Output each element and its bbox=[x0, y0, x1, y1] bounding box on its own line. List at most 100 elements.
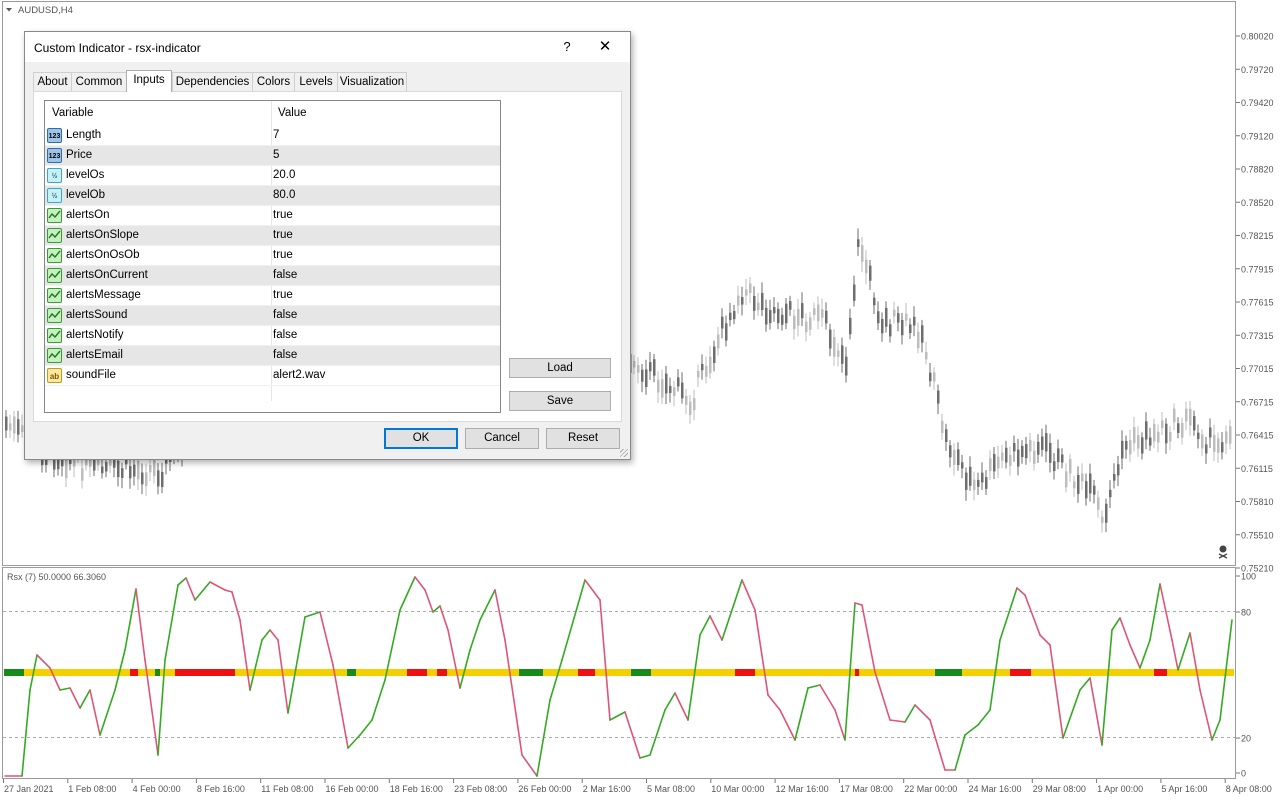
time-tick-label: 5 Mar 08:00 bbox=[647, 784, 695, 794]
candle-body bbox=[829, 329, 832, 349]
variable-name: alertsOnSlope bbox=[66, 229, 139, 241]
variable-name: Length bbox=[66, 129, 102, 141]
trend-band-segment bbox=[356, 669, 407, 676]
input-row[interactable]: alertsOnOsOb true bbox=[45, 246, 500, 266]
candle-body bbox=[17, 419, 20, 435]
trend-band-segment bbox=[859, 669, 935, 676]
help-icon[interactable]: ? bbox=[557, 39, 577, 57]
candle-body bbox=[945, 429, 948, 443]
candle-body bbox=[1001, 452, 1004, 461]
tab-inputs[interactable]: Inputs bbox=[126, 70, 172, 92]
reset-button[interactable]: Reset bbox=[546, 428, 620, 449]
tab-levels[interactable]: Levels bbox=[294, 72, 338, 91]
candle-body bbox=[1121, 440, 1124, 459]
variable-value[interactable]: false bbox=[273, 349, 297, 361]
input-row[interactable]: ab soundFile alert2.wav bbox=[45, 366, 500, 386]
bool-type-icon bbox=[47, 348, 62, 363]
input-row[interactable]: alertsEmail false bbox=[45, 346, 500, 366]
variable-name: alertsOn bbox=[66, 209, 110, 221]
time-tick-label: 8 Apr 08:00 bbox=[1226, 784, 1272, 794]
variable-value[interactable]: true bbox=[273, 229, 293, 241]
candle-body bbox=[1161, 420, 1164, 429]
tab-common[interactable]: Common bbox=[71, 72, 127, 91]
trend-band-segment bbox=[437, 669, 447, 676]
input-row[interactable]: alertsNotify false bbox=[45, 326, 500, 346]
input-row[interactable]: ½ levelOb 80.0 bbox=[45, 186, 500, 206]
candle-body bbox=[769, 310, 772, 324]
candle-body bbox=[949, 445, 952, 458]
input-row[interactable]: alertsSound false bbox=[45, 306, 500, 326]
column-header-value[interactable]: Value bbox=[278, 107, 307, 119]
price-tick-label: 0.75510 bbox=[1241, 530, 1274, 540]
candle-body bbox=[1073, 481, 1076, 489]
input-row[interactable]: 123 Price 5 bbox=[45, 146, 500, 166]
candle-body bbox=[881, 318, 884, 334]
variable-name: levelOs bbox=[66, 169, 105, 181]
input-row[interactable]: alertsMessage true bbox=[45, 286, 500, 306]
candle-body bbox=[1105, 503, 1108, 523]
candle-body bbox=[53, 459, 56, 470]
candle-body bbox=[989, 458, 992, 472]
variable-name: alertsOnOsOb bbox=[66, 249, 140, 261]
candle-body bbox=[893, 309, 896, 317]
close-icon[interactable]: ✕ bbox=[593, 37, 617, 57]
candle-body bbox=[1149, 437, 1152, 446]
tab-colors[interactable]: Colors bbox=[252, 72, 295, 91]
variable-name: alertsMessage bbox=[66, 289, 141, 301]
ok-button[interactable]: OK bbox=[384, 428, 458, 449]
input-row[interactable]: 123 Length 7 bbox=[45, 126, 500, 146]
variable-value[interactable]: 80.0 bbox=[273, 189, 295, 201]
variable-value[interactable]: 7 bbox=[273, 129, 279, 141]
candle-body bbox=[1069, 459, 1072, 474]
variable-value[interactable]: true bbox=[273, 209, 293, 221]
input-row[interactable]: ½ levelOs 20.0 bbox=[45, 166, 500, 186]
input-row[interactable]: alertsOnCurrent false bbox=[45, 266, 500, 286]
price-tick-label: 0.76715 bbox=[1241, 397, 1274, 407]
trend-band bbox=[4, 669, 1234, 676]
trend-band-segment bbox=[631, 669, 651, 676]
price-tick-label: 0.77915 bbox=[1241, 264, 1274, 274]
candle-body bbox=[1165, 423, 1168, 444]
cancel-button[interactable]: Cancel bbox=[465, 428, 539, 449]
input-row[interactable]: alertsOn true bbox=[45, 206, 500, 226]
variable-value[interactable]: false bbox=[273, 309, 297, 321]
trend-band-segment bbox=[651, 669, 735, 676]
bool-type-icon bbox=[47, 328, 62, 343]
variable-value[interactable]: true bbox=[273, 249, 293, 261]
candle-body bbox=[933, 372, 936, 382]
candle-body bbox=[1065, 471, 1068, 488]
variable-name: soundFile bbox=[66, 369, 116, 381]
variable-value[interactable]: alert2.wav bbox=[273, 369, 325, 381]
variable-value[interactable]: true bbox=[273, 289, 293, 301]
tab-visualization[interactable]: Visualization bbox=[337, 72, 407, 91]
column-header-variable[interactable]: Variable bbox=[52, 107, 93, 119]
price-tick-label: 0.78820 bbox=[1241, 165, 1274, 175]
candle-body bbox=[697, 371, 700, 378]
candle-body bbox=[853, 284, 856, 301]
dialog-titlebar[interactable]: Custom Indicator - rsx-indicator ? ✕ bbox=[25, 32, 630, 62]
variable-value[interactable]: false bbox=[273, 269, 297, 281]
candle-body bbox=[1181, 422, 1184, 438]
variable-name: Price bbox=[66, 149, 93, 161]
save-button[interactable]: Save bbox=[509, 391, 611, 411]
tab-about[interactable]: About bbox=[33, 72, 72, 91]
input-row[interactable]: alertsOnSlope true bbox=[45, 226, 500, 246]
time-tick-label: 10 Mar 00:00 bbox=[711, 784, 764, 794]
candle-body bbox=[965, 472, 968, 490]
variable-value[interactable]: false bbox=[273, 329, 297, 341]
candle-body bbox=[925, 351, 928, 360]
candle-body bbox=[777, 308, 780, 324]
candle-body bbox=[789, 301, 792, 310]
load-button[interactable]: Load bbox=[509, 358, 611, 378]
bool-type-icon bbox=[47, 208, 62, 223]
candle-body bbox=[665, 373, 668, 394]
resize-grip[interactable] bbox=[620, 449, 628, 457]
tab-dependencies[interactable]: Dependencies bbox=[172, 72, 253, 91]
int-type-icon: 123 bbox=[47, 148, 62, 163]
variable-value[interactable]: 20.0 bbox=[273, 169, 295, 181]
candle-body bbox=[1193, 416, 1196, 431]
candle-body bbox=[1005, 447, 1008, 463]
variable-value[interactable]: 5 bbox=[273, 149, 279, 161]
trend-band-segment bbox=[130, 669, 138, 676]
candle-body bbox=[681, 382, 684, 399]
